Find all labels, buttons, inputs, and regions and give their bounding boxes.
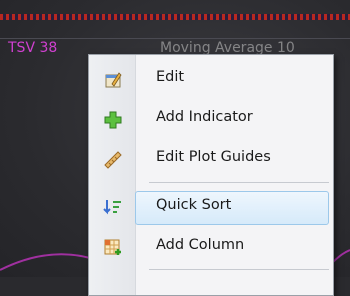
- menu-item-edit[interactable]: Edit: [89, 61, 333, 97]
- sort-icon: [103, 198, 123, 218]
- menu-item-label: Add Indicator: [156, 109, 253, 125]
- chart-dotted-series: [0, 14, 350, 20]
- add-plus-icon: [103, 110, 123, 130]
- menu-item-label: Add Column: [156, 237, 245, 253]
- menu-item-label: Quick Sort: [156, 197, 232, 213]
- indicator-label: TSV 38: [8, 40, 58, 56]
- menu-item-quick-sort[interactable]: Quick Sort: [89, 189, 333, 225]
- edit-icon: [103, 70, 123, 90]
- menu-separator: [149, 182, 329, 183]
- menu-item-edit-plot-guides[interactable]: Edit Plot Guides: [89, 141, 333, 177]
- add-column-icon: [103, 238, 123, 258]
- menu-item-add-indicator[interactable]: Add Indicator: [89, 101, 333, 137]
- chart-grid-line: [0, 38, 350, 39]
- menu-item-label: Edit: [156, 69, 185, 85]
- menu-separator: [149, 269, 329, 270]
- ruler-icon: [103, 150, 123, 170]
- menu-item-add-column[interactable]: Add Column: [89, 229, 333, 265]
- menu-item-label: Edit Plot Guides: [156, 149, 271, 165]
- context-menu: Edit Add Indicator Edit Plot Guides Quic…: [88, 54, 334, 296]
